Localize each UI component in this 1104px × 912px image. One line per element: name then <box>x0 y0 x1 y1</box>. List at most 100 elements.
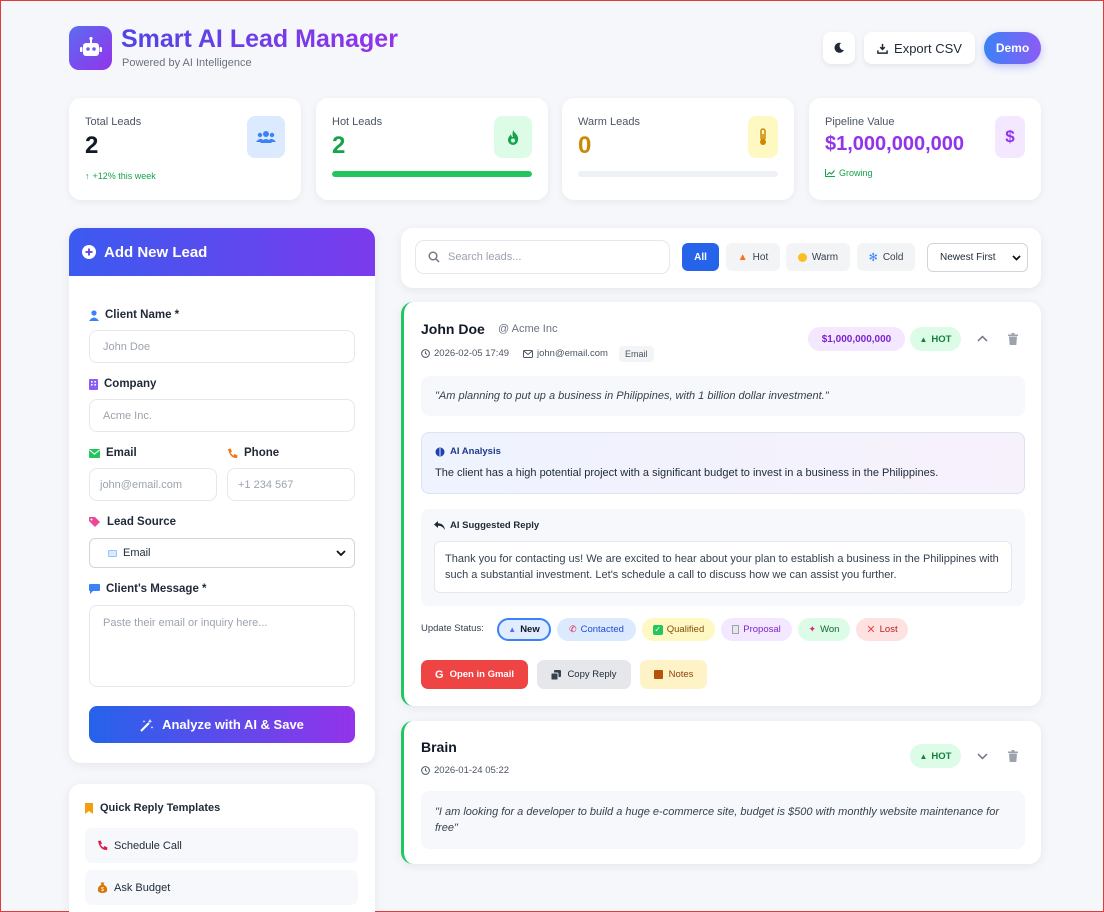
download-icon <box>877 43 888 54</box>
filter-chip-warm[interactable]: Warm <box>786 243 850 271</box>
lead-source-select[interactable]: Email <box>89 538 355 568</box>
status-new[interactable]: ▲ New <box>497 618 551 641</box>
ai-analysis-box: AI Analysis The client has a high potent… <box>421 432 1025 494</box>
analyze-save-label: Analyze with AI & Save <box>162 717 304 732</box>
company-input[interactable]: Acme Inc. <box>89 399 355 432</box>
ai-reply-box: AI Suggested Reply Thank you for contact… <box>421 509 1025 606</box>
status-won[interactable]: ✦ Won <box>798 618 850 641</box>
email-label: Email <box>89 447 137 459</box>
lead-name: Brain <box>421 739 457 755</box>
fire-icon <box>494 116 532 158</box>
app-logo <box>69 26 112 70</box>
lead-date: 2026-02-05 17:49 <box>421 348 509 359</box>
lead-source-value: Email <box>123 547 151 559</box>
client-message-textarea[interactable]: Paste their email or inquiry here... <box>89 605 355 687</box>
email-source-icon <box>108 549 117 557</box>
status-lost[interactable]: ✕ Lost <box>856 618 908 641</box>
lead-date: 2026-01-24 05:22 <box>421 765 509 776</box>
open-gmail-button[interactable]: G Open in Gmail <box>421 660 528 689</box>
lead-source-label: Lead Source <box>89 516 176 528</box>
lead-message: "Am planning to put up a business in Phi… <box>421 376 1025 416</box>
quick-reply-templates: Quick Reply Templates Schedule Call $ As… <box>69 784 375 912</box>
hot-progress-bar <box>332 171 532 177</box>
sort-value: Newest First <box>940 252 996 263</box>
stat-trend: Growing <box>825 168 873 178</box>
robot-icon <box>79 37 102 56</box>
lead-card[interactable]: John Doe @ Acme Inc 2026-02-05 17:49 joh… <box>401 302 1041 706</box>
filter-chip-hot[interactable]: ▲ Hot <box>726 243 780 271</box>
app-title: Smart AI Lead Manager <box>121 25 398 53</box>
client-name-input[interactable]: John Doe <box>89 330 355 363</box>
templates-title: Quick Reply Templates <box>85 802 220 814</box>
lead-value-badge: $1,000,000,000 <box>808 327 905 351</box>
template-ask-budget[interactable]: $ Ask Budget <box>85 870 358 905</box>
status-proposal[interactable]: Proposal <box>721 618 792 641</box>
check-square-icon: ✓ <box>652 624 663 635</box>
update-status-label: Update Status: <box>421 623 484 634</box>
filter-chip-cold[interactable]: ✻ Cold <box>857 243 915 271</box>
fire-icon: ▲ <box>919 751 928 761</box>
stat-label: Hot Leads <box>332 116 383 128</box>
lead-email: john@email.com <box>523 348 608 359</box>
form-title: Add New Lead <box>104 243 208 261</box>
warm-progress-bar <box>578 171 778 177</box>
demo-button[interactable]: Demo <box>984 32 1041 64</box>
status-contacted[interactable]: ✆ Contacted <box>557 618 636 641</box>
fire-icon: ▲ <box>737 251 748 263</box>
hot-progress-fill <box>332 171 532 177</box>
filter-chip-all[interactable]: All <box>682 243 719 271</box>
status-qualified[interactable]: ✓ Qualified <box>642 618 715 641</box>
ai-analysis-text: The client has a high potential project … <box>435 467 939 479</box>
phone-icon <box>228 448 238 458</box>
notes-button[interactable]: Notes <box>640 660 707 689</box>
trash-icon[interactable] <box>1008 750 1018 762</box>
export-csv-label: Export CSV <box>894 40 962 56</box>
plus-circle-icon <box>82 245 96 259</box>
stat-hot-leads: Hot Leads 2 <box>316 98 548 200</box>
app-subtitle: Powered by AI Intelligence <box>122 57 252 69</box>
money-bag-icon: $ <box>97 882 108 893</box>
arrow-up-icon: ↑ <box>85 171 90 181</box>
template-schedule-call[interactable]: Schedule Call <box>85 828 358 863</box>
stat-value: 2 <box>332 132 346 159</box>
phone-label: Phone <box>227 447 279 459</box>
theme-toggle-button[interactable] <box>823 32 855 64</box>
search-input[interactable]: Search leads... <box>415 240 670 274</box>
building-icon <box>89 378 98 390</box>
email-input[interactable]: john@email.com <box>89 468 217 501</box>
sticky-note-icon <box>653 670 663 679</box>
comment-icon <box>89 584 100 594</box>
chevron-up-icon[interactable] <box>977 335 988 342</box>
phone-input[interactable]: +1 234 567 <box>227 468 355 501</box>
svg-text:$: $ <box>101 887 104 893</box>
filter-bar: Search leads... All ▲ Hot Warm ✻ Cold Ne… <box>401 228 1041 288</box>
thermometer-icon <box>748 116 778 158</box>
lead-temp-badge: ▲ HOT <box>910 327 961 351</box>
lead-source-tag: Email <box>619 346 654 362</box>
chevron-down-icon <box>336 550 346 556</box>
chevron-down-icon[interactable] <box>977 753 988 760</box>
stat-value: $1,000,000,000 <box>825 133 965 155</box>
stat-label: Warm Leads <box>578 116 640 128</box>
ai-reply-text[interactable]: Thank you for contacting us! We are exci… <box>434 541 1012 593</box>
sort-select[interactable]: Newest First <box>927 243 1028 272</box>
users-icon <box>247 116 285 158</box>
export-csv-button[interactable]: Export CSV <box>864 32 975 64</box>
lead-temp-badge: ▲ HOT <box>910 744 961 768</box>
stat-value: 2 <box>85 132 99 159</box>
stat-label: Total Leads <box>85 116 142 128</box>
lead-card[interactable]: Brain 2026-01-24 05:22 ▲ HOT "I am lookin… <box>401 721 1041 864</box>
form-header: Add New Lead <box>69 228 375 276</box>
chevron-down-icon <box>1012 254 1021 261</box>
lead-company: @ Acme Inc <box>498 323 558 335</box>
client-message-label: Client's Message * <box>89 583 207 595</box>
google-icon: G <box>435 668 444 681</box>
trash-icon[interactable] <box>1008 333 1018 345</box>
copy-reply-button[interactable]: Copy Reply <box>537 660 631 689</box>
inbox-icon: ▲ <box>508 625 517 634</box>
party-icon: ✦ <box>808 624 817 634</box>
envelope-icon <box>89 448 100 458</box>
stat-total-leads: Total Leads 2 ↑ +12% this week <box>69 98 301 200</box>
fire-icon: ▲ <box>919 334 928 344</box>
analyze-save-button[interactable]: Analyze with AI & Save <box>89 706 355 743</box>
